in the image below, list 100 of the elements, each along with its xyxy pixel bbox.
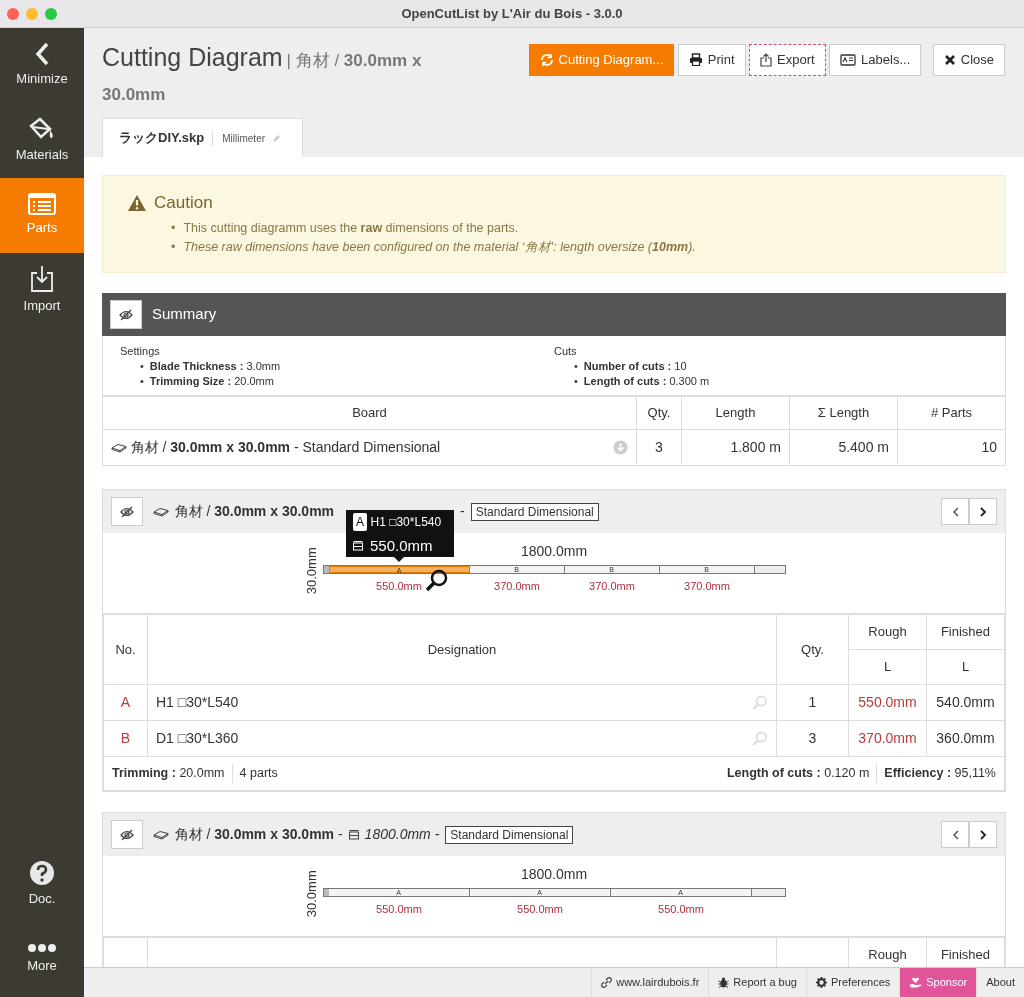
dimension-label: 1800.0mm	[520, 542, 588, 561]
bullet: •	[574, 359, 578, 374]
part-dimension: 370.0mm	[684, 580, 730, 592]
length-icon	[353, 540, 363, 551]
page-title: Cutting Diagram| 角材 / 30.0mm x 30.0mm	[102, 42, 423, 106]
file-name: ラックDIY.skp	[119, 129, 205, 148]
column-header: Rough	[848, 614, 927, 650]
part-dimension: 550.0mm	[376, 580, 422, 592]
bullet: •	[171, 220, 176, 237]
part-badge: A	[353, 513, 367, 531]
close-icon	[943, 53, 956, 66]
file-tab[interactable]: ラックDIY.skp Millimeter	[102, 118, 303, 157]
bug-icon	[718, 977, 730, 988]
bullet: •	[140, 374, 144, 389]
table-cell: 370.0mm	[848, 720, 927, 757]
toggle-button[interactable]	[110, 300, 142, 329]
refresh-icon	[539, 52, 554, 67]
sidebar-item[interactable]: Minimize	[0, 28, 84, 103]
gear-icon	[815, 977, 827, 988]
eye-slash-icon	[120, 828, 134, 841]
part-dimension: 370.0mm	[589, 580, 635, 592]
table-cell: 3	[636, 429, 682, 466]
table-cell: 550.0mm	[848, 684, 927, 721]
printer-icon	[688, 53, 703, 66]
part-number: A	[103, 684, 148, 721]
board-title: 角材 / 30.0mm x 30.0mm -	[174, 825, 343, 844]
sidebar-item[interactable]: More	[0, 922, 84, 997]
board-title: 角材 / 30.0mm x 30.0mm	[174, 502, 335, 521]
toolbar-button[interactable]: Close	[932, 43, 1005, 76]
label-icon	[840, 53, 857, 66]
more-icon	[27, 943, 57, 954]
chevron-left-icon	[35, 42, 49, 67]
table-cell: 10	[897, 429, 1006, 466]
magnifier-cursor-icon	[424, 569, 449, 593]
toolbar-button[interactable]: Labels...	[829, 43, 922, 76]
sidebar-item[interactable]: Import	[0, 253, 84, 328]
eye-slash-icon	[119, 308, 133, 321]
column-header: Qty.	[636, 396, 682, 430]
chevron-left-icon	[951, 506, 959, 517]
toggle-button[interactable]	[111, 820, 143, 849]
summary-item: Blade Thickness : 3.0mm	[149, 359, 281, 374]
section-heading: Settings	[120, 344, 161, 359]
bullet: •	[140, 359, 144, 374]
table-cell: 1.800 m	[681, 429, 790, 466]
footer-link[interactable]: Report a bug	[708, 968, 806, 997]
table-cell: 540.0mm	[926, 684, 1005, 721]
tooltip-length: 550.0mm	[370, 535, 433, 556]
dimension-label: 30.0mm	[302, 869, 320, 920]
footer-link[interactable]: About	[976, 968, 1024, 997]
column-header: L	[926, 649, 1005, 685]
bullet: •	[574, 374, 578, 389]
help-icon	[29, 860, 55, 887]
board-icon	[152, 829, 169, 840]
list-icon	[28, 193, 56, 216]
summary-item: Trimming Size : 20.0mm	[149, 374, 274, 389]
column-header: L	[848, 649, 927, 685]
search-icon	[752, 694, 768, 711]
eye-slash-icon	[120, 505, 134, 518]
section-heading: Cuts	[554, 344, 578, 359]
link-icon	[601, 977, 613, 988]
sidebar-item[interactable]: Materials	[0, 103, 84, 178]
board-length: 1800.0mm -	[364, 825, 440, 844]
column-header: # Parts	[897, 396, 1006, 430]
part-name: D1 □30*L360	[156, 729, 240, 748]
board-title: -	[460, 502, 465, 521]
board-icon	[152, 506, 169, 517]
part-dimension: 550.0mm	[376, 903, 422, 915]
sidebar-item[interactable]: Doc.	[0, 847, 84, 922]
part-dimension: 370.0mm	[494, 580, 540, 592]
caution-text: These raw dimensions have been configured on the material ‘角材’: length oversize (10mm).	[183, 239, 696, 256]
footer-link[interactable]: www.lairdubois.fr	[591, 968, 709, 997]
column-header: Designation	[147, 614, 777, 685]
board-tag: Standard Dimensional	[470, 502, 599, 521]
next-button[interactable]	[969, 821, 997, 848]
next-button[interactable]	[969, 498, 997, 525]
dimension-label: 1800.0mm	[520, 865, 588, 884]
part-number: B	[103, 720, 148, 757]
footer-link[interactable]: Sponsor	[899, 968, 977, 997]
part-dimension: 550.0mm	[517, 903, 563, 915]
export-icon	[760, 52, 772, 67]
chevron-right-icon	[979, 829, 987, 840]
column-header: Length	[681, 396, 790, 430]
pencil-icon	[272, 133, 282, 143]
toolbar-button[interactable]: Print	[677, 43, 746, 76]
part-dimension: 550.0mm	[658, 903, 704, 915]
length-icon	[348, 829, 359, 840]
window-title: OpenCutList by L'Air du Bois - 3.0.0	[401, 5, 623, 21]
toggle-button[interactable]	[111, 497, 143, 526]
footer-stat: Efficiency : 95,11%	[876, 764, 996, 783]
heart-hand-icon	[909, 977, 923, 988]
panel-title: Summary	[152, 304, 217, 325]
trim-segment	[323, 566, 329, 573]
summary-item: Number of cuts : 10	[583, 359, 687, 374]
board-icon	[111, 442, 127, 453]
trim-segment	[323, 889, 329, 896]
column-header: Σ Length	[789, 396, 898, 430]
footer-stat: Trimming : 20.0mm	[112, 765, 225, 783]
toolbar-button[interactable]: Export	[749, 43, 826, 76]
import-icon	[29, 265, 55, 294]
caution-title: Caution	[154, 192, 213, 214]
